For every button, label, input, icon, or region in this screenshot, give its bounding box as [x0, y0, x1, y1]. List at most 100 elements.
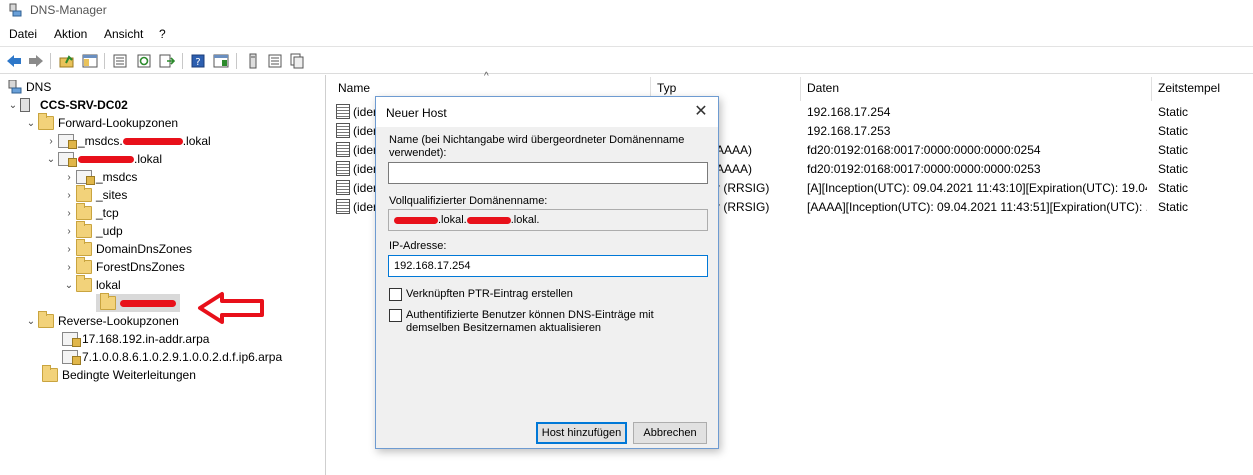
tree-item-forward-lookup[interactable]: ⌄ Forward-Lookupzonen	[24, 113, 179, 132]
column-divider[interactable]	[800, 77, 801, 101]
tree-label: _tcp	[96, 206, 119, 220]
folder-icon	[76, 185, 92, 202]
up-folder-icon[interactable]	[58, 52, 76, 70]
sort-ascending-icon: ^	[484, 71, 489, 82]
column-header-timestamp[interactable]: Zeitstempel	[1158, 81, 1220, 101]
zone-icon[interactable]	[288, 52, 306, 70]
tree-label: _msdcs.	[78, 134, 123, 148]
cell-data: fd20:0192:0168:0017:0000:0000:0000:0253	[807, 162, 1041, 176]
svg-text:?: ?	[195, 57, 200, 68]
fqdn-text-part: .lokal.	[510, 214, 540, 226]
zone-file-icon	[58, 134, 77, 149]
show-tree-icon[interactable]	[81, 52, 99, 70]
tree-item-reverse-zone-ipv6[interactable]: 7.1.0.0.8.6.1.0.2.9.1.0.0.2.d.f.ip6.arpa	[58, 348, 282, 366]
cell-data: [A][Inception(UTC): 09.04.2021 11:43:10]…	[807, 181, 1147, 195]
tree-item-domaindnszones[interactable]: › DomainDnsZones	[62, 239, 193, 258]
chevron-down-icon[interactable]: ⌄	[24, 316, 38, 327]
ip-address-input[interactable]	[388, 255, 708, 277]
tree-item-server[interactable]: ⌄ CCS-SRV-DC02	[6, 96, 128, 114]
tree-item-udp[interactable]: › _udp	[62, 221, 123, 240]
title-bar: DNS-Manager	[0, 0, 1253, 22]
auth-update-checkbox[interactable]: Authentifizierte Benutzer können DNS-Ein…	[389, 309, 709, 335]
tree-item-forestdnszones[interactable]: › ForestDnsZones	[62, 257, 185, 276]
chevron-right-icon[interactable]: ›	[62, 244, 76, 255]
help-icon[interactable]: ?	[189, 52, 207, 70]
console-icon[interactable]	[212, 52, 230, 70]
dialog-titlebar[interactable]: Neuer Host ✕	[376, 97, 718, 127]
cell-type: r (RRSIG)	[716, 200, 770, 214]
tree-label: 17.168.192.in-addr.arpa	[82, 332, 210, 346]
menu-help[interactable]: ?	[159, 27, 166, 41]
host-name-input[interactable]	[388, 162, 708, 184]
forward-icon[interactable]	[27, 52, 45, 70]
checkbox-box[interactable]	[389, 288, 402, 301]
close-icon[interactable]: ✕	[692, 103, 710, 121]
zone-file-icon	[62, 350, 81, 365]
tree-label: Bedingte Weiterleitungen	[62, 368, 196, 382]
tree-item-tcp[interactable]: › _tcp	[62, 203, 119, 222]
ptr-checkbox[interactable]: Verknüpften PTR-Eintrag erstellen	[389, 288, 573, 301]
folder-icon	[76, 239, 92, 256]
dns-root-icon	[8, 80, 22, 94]
checkbox-box[interactable]	[389, 309, 402, 322]
cell-name: (ider	[353, 200, 378, 214]
tree-label: _sites	[96, 188, 128, 202]
chevron-right-icon[interactable]: ›	[62, 208, 76, 219]
record-icon	[336, 161, 350, 176]
chevron-down-icon[interactable]: ⌄	[6, 100, 20, 111]
tree-item-selected-subdomain[interactable]	[96, 293, 180, 312]
tree-item-reverse-zone-ipv4[interactable]: 17.168.192.in-addr.arpa	[58, 330, 209, 348]
cancel-button[interactable]: Abbrechen	[633, 422, 707, 444]
properties-icon[interactable]	[111, 52, 129, 70]
tree-label: DomainDnsZones	[96, 242, 193, 256]
chevron-right-icon[interactable]: ›	[62, 172, 76, 183]
back-icon[interactable]	[5, 52, 23, 70]
chevron-right-icon[interactable]: ›	[44, 136, 58, 147]
chevron-down-icon[interactable]: ⌄	[62, 280, 76, 291]
toolbar: ?	[0, 46, 1253, 74]
zone-file-icon	[62, 332, 81, 347]
record-icon	[336, 142, 350, 157]
list-icon[interactable]	[266, 52, 284, 70]
column-header-name[interactable]: Name	[338, 81, 370, 101]
column-header-data[interactable]: Daten	[807, 81, 839, 101]
tree-label: Reverse-Lookupzonen	[58, 314, 179, 328]
chevron-down-icon[interactable]: ⌄	[24, 118, 38, 129]
toolbar-separator	[182, 53, 183, 69]
chevron-right-icon[interactable]: ›	[62, 190, 76, 201]
tree-item-reverse-lookup[interactable]: ⌄ Reverse-Lookupzonen	[24, 311, 179, 330]
tree-item-domain-zone[interactable]: ⌄ .lokal	[44, 150, 162, 168]
fqdn-label: Vollqualifizierter Domänenname:	[389, 195, 548, 207]
cell-timestamp: Static	[1158, 200, 1189, 214]
name-label: Name (bei Nichtangabe wird übergeordnete…	[389, 134, 685, 159]
server-icon[interactable]	[244, 52, 262, 70]
record-icon	[336, 104, 350, 119]
toolbar-separator	[236, 53, 237, 69]
tree-item-lokal[interactable]: ⌄ lokal	[62, 275, 121, 294]
add-host-button[interactable]: Host hinzufügen	[536, 422, 627, 444]
annotation-arrow-icon	[198, 292, 264, 324]
refresh-icon[interactable]	[135, 52, 153, 70]
column-divider[interactable]	[1151, 77, 1152, 101]
menu-datei[interactable]: Datei	[9, 27, 37, 41]
tree-label: Forward-Lookupzonen	[58, 116, 179, 130]
tree-item-msdcs[interactable]: › _msdcs	[62, 168, 137, 186]
tree-item-conditional-forwarders[interactable]: Bedingte Weiterleitungen	[38, 365, 196, 384]
tree-item-dns[interactable]: DNS	[6, 78, 51, 96]
cell-data: 192.168.17.253	[807, 124, 891, 138]
zone-file-icon	[76, 170, 95, 185]
export-icon[interactable]	[158, 52, 176, 70]
tree-label: DNS	[26, 80, 52, 94]
chevron-right-icon[interactable]: ›	[62, 262, 76, 273]
menu-ansicht[interactable]: Ansicht	[104, 27, 143, 41]
menu-aktion[interactable]: Aktion	[54, 27, 87, 41]
tree-item-sites[interactable]: › _sites	[62, 185, 128, 204]
cell-name: (ider	[353, 124, 378, 138]
chevron-right-icon[interactable]: ›	[62, 226, 76, 237]
toolbar-separator	[50, 53, 51, 69]
chevron-down-icon[interactable]: ⌄	[44, 154, 58, 165]
redaction-mark	[122, 137, 183, 145]
tree-item-msdcs-zone[interactable]: › _msdcs. .lokal	[44, 132, 211, 150]
redaction-mark	[394, 216, 438, 224]
server-icon	[20, 98, 30, 112]
